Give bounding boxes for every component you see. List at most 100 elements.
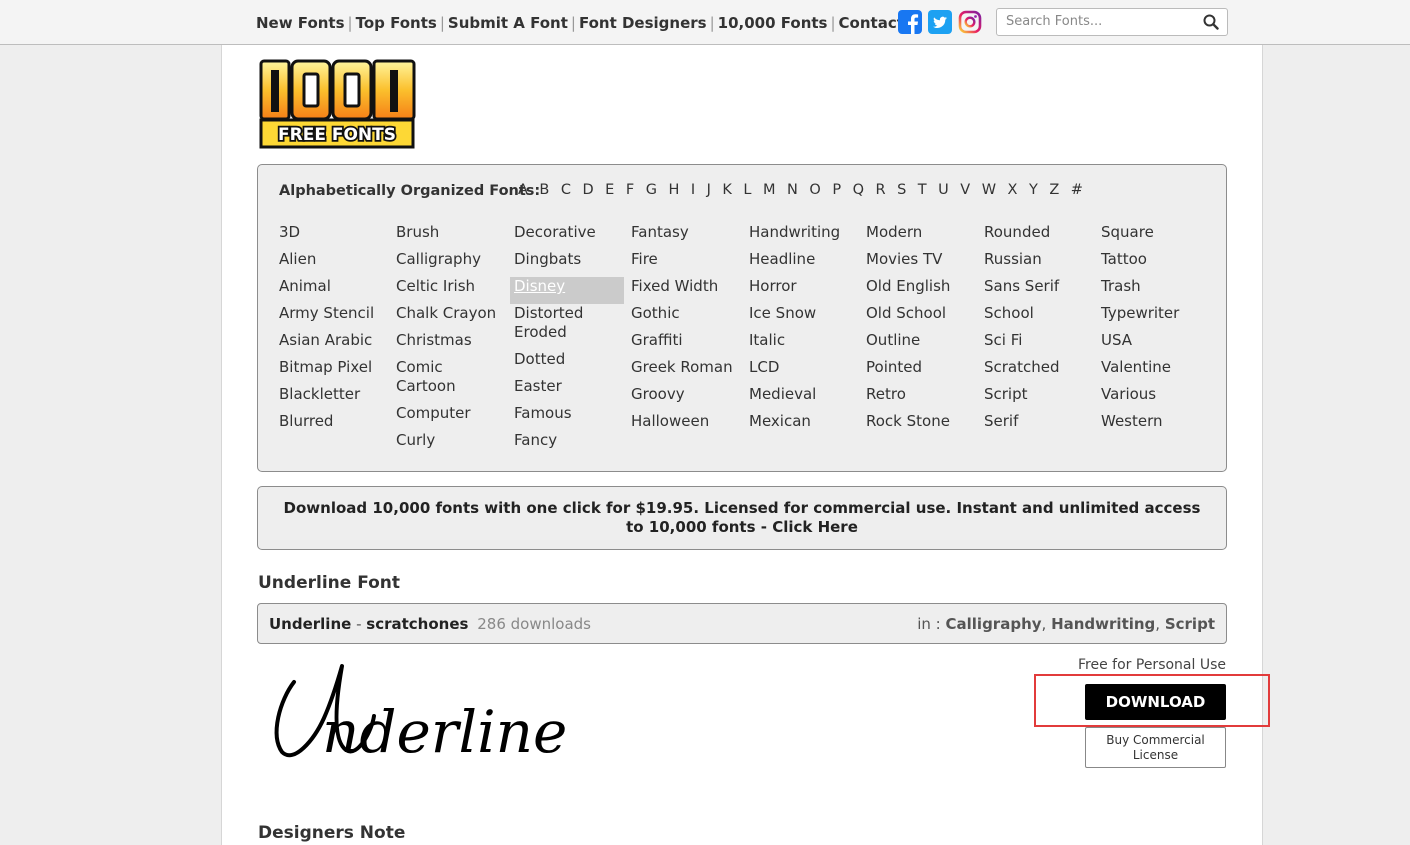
letter-link[interactable]: R — [875, 182, 885, 198]
promo-banner[interactable]: Download 10,000 fonts with one click for… — [257, 486, 1227, 550]
category-link[interactable]: Fancy — [510, 431, 624, 458]
site-logo[interactable]: FREE FONTS — [258, 58, 418, 150]
letter-link[interactable]: A — [518, 182, 528, 198]
category-link[interactable]: Scratched — [980, 358, 1094, 385]
search-icon[interactable] — [1203, 14, 1219, 34]
nav-new-fonts[interactable]: New Fonts — [256, 14, 345, 32]
twitter-icon[interactable] — [928, 10, 952, 34]
category-link[interactable]: Outline — [862, 331, 976, 358]
category-link[interactable]: LCD — [745, 358, 859, 385]
category-link[interactable]: Medieval — [745, 385, 859, 412]
letter-link[interactable]: N — [787, 182, 798, 198]
letter-link[interactable]: E — [605, 182, 614, 198]
letter-link[interactable]: W — [982, 182, 996, 198]
category-link[interactable]: Script — [980, 385, 1094, 412]
letter-link[interactable]: L — [743, 182, 751, 198]
category-link[interactable]: Computer — [392, 404, 506, 431]
letter-link[interactable]: K — [722, 182, 732, 198]
tag-handwriting[interactable]: Handwriting — [1051, 615, 1155, 633]
category-link[interactable]: Handwriting — [745, 223, 859, 250]
category-link[interactable]: Greek Roman — [627, 358, 741, 385]
category-link[interactable]: Fire — [627, 250, 741, 277]
category-link[interactable]: Halloween — [627, 412, 741, 439]
buy-commercial-license-button[interactable]: Buy Commercial License — [1085, 727, 1226, 768]
category-link[interactable]: Pointed — [862, 358, 976, 385]
letter-link[interactable]: C — [561, 182, 571, 198]
category-link[interactable]: Gothic — [627, 304, 741, 331]
category-link[interactable]: Russian — [980, 250, 1094, 277]
facebook-icon[interactable] — [898, 10, 922, 34]
category-link[interactable]: Rock Stone — [862, 412, 976, 439]
category-link[interactable]: Sans Serif — [980, 277, 1094, 304]
category-link[interactable]: Sci Fi — [980, 331, 1094, 358]
letter-link[interactable]: P — [832, 182, 841, 198]
letter-link[interactable]: F — [626, 182, 634, 198]
category-link[interactable]: Trash — [1097, 277, 1211, 304]
nav-font-designers[interactable]: Font Designers — [579, 14, 707, 32]
letter-link[interactable]: V — [960, 182, 970, 198]
letter-link[interactable]: B — [539, 182, 549, 198]
category-link[interactable]: School — [980, 304, 1094, 331]
category-link[interactable]: Calligraphy — [392, 250, 506, 277]
category-link[interactable]: Army Stencil — [275, 304, 389, 331]
category-link[interactable]: Disney — [510, 277, 624, 304]
letter-link[interactable]: # — [1071, 182, 1083, 198]
search-input[interactable] — [1006, 14, 1196, 29]
category-link[interactable]: Ice Snow — [745, 304, 859, 331]
letter-link[interactable]: G — [646, 182, 657, 198]
category-link[interactable]: Headline — [745, 250, 859, 277]
letter-link[interactable]: J — [707, 182, 711, 198]
letter-link[interactable]: S — [897, 182, 906, 198]
letter-link[interactable]: Y — [1029, 182, 1038, 198]
category-link[interactable]: Brush — [392, 223, 506, 250]
category-link[interactable]: Comic Cartoon — [392, 358, 506, 404]
letter-link[interactable]: M — [763, 182, 776, 198]
category-link[interactable]: Tattoo — [1097, 250, 1211, 277]
nav-top-fonts[interactable]: Top Fonts — [356, 14, 437, 32]
category-link[interactable]: Curly — [392, 431, 506, 458]
category-link[interactable]: Serif — [980, 412, 1094, 439]
category-link[interactable]: Blurred — [275, 412, 389, 439]
category-link[interactable]: Distorted Eroded — [510, 304, 624, 350]
letter-link[interactable]: O — [809, 182, 820, 198]
tag-calligraphy[interactable]: Calligraphy — [946, 615, 1042, 633]
nav-contact[interactable]: Contact — [839, 14, 904, 32]
nav-submit-font[interactable]: Submit A Font — [448, 14, 568, 32]
category-link[interactable]: Celtic Irish — [392, 277, 506, 304]
category-link[interactable]: Famous — [510, 404, 624, 431]
category-link[interactable]: Easter — [510, 377, 624, 404]
category-link[interactable]: Old School — [862, 304, 976, 331]
promo-text[interactable]: Download 10,000 fonts with one click for… — [284, 499, 1201, 536]
instagram-icon[interactable] — [958, 10, 982, 34]
letter-link[interactable]: Z — [1049, 182, 1059, 198]
category-link[interactable]: USA — [1097, 331, 1211, 358]
letter-link[interactable]: D — [583, 182, 594, 198]
category-link[interactable]: Fantasy — [627, 223, 741, 250]
category-link[interactable]: Valentine — [1097, 358, 1211, 385]
letter-link[interactable]: T — [918, 182, 927, 198]
category-link[interactable]: Alien — [275, 250, 389, 277]
category-link[interactable]: Animal — [275, 277, 389, 304]
category-link[interactable]: Western — [1097, 412, 1211, 439]
category-link[interactable]: Various — [1097, 385, 1211, 412]
font-name-link[interactable]: Underline — [269, 615, 351, 633]
designer-link[interactable]: scratchones — [366, 615, 468, 633]
nav-10000-fonts[interactable]: 10,000 Fonts — [718, 14, 828, 32]
category-link[interactable]: Square — [1097, 223, 1211, 250]
category-link[interactable]: 3D — [275, 223, 389, 250]
category-link[interactable]: Decorative — [510, 223, 624, 250]
category-link[interactable]: Old English — [862, 277, 976, 304]
category-link[interactable]: Fixed Width — [627, 277, 741, 304]
category-link[interactable]: Dotted — [510, 350, 624, 377]
category-link[interactable]: Graffiti — [627, 331, 741, 358]
category-link[interactable]: Italic — [745, 331, 859, 358]
letter-link[interactable]: H — [668, 182, 679, 198]
category-link[interactable]: Movies TV — [862, 250, 976, 277]
letter-link[interactable]: Q — [853, 182, 864, 198]
category-link[interactable]: Christmas — [392, 331, 506, 358]
category-link[interactable]: Dingbats — [510, 250, 624, 277]
letter-link[interactable]: I — [691, 182, 695, 198]
category-link[interactable]: Asian Arabic — [275, 331, 389, 358]
category-link[interactable]: Bitmap Pixel — [275, 358, 389, 385]
letter-link[interactable]: X — [1008, 182, 1018, 198]
